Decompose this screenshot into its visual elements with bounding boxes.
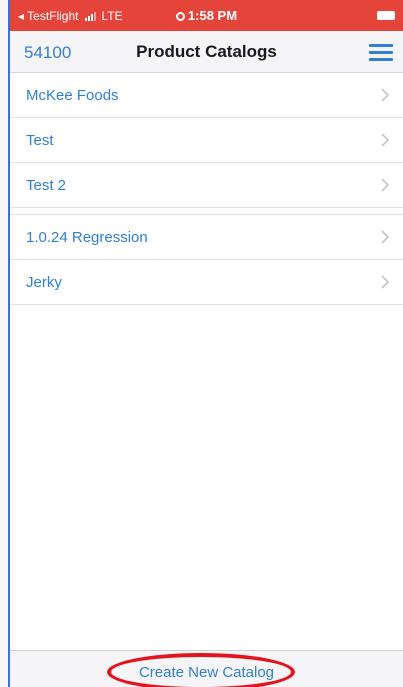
catalog-label: McKee Foods xyxy=(26,87,119,104)
chevron-right-icon xyxy=(381,178,389,192)
nav-bar: 54100 Product Catalogs xyxy=(10,31,403,73)
catalog-row-test[interactable]: Test xyxy=(10,118,403,163)
chevron-right-icon xyxy=(381,230,389,244)
section-divider xyxy=(10,208,403,215)
hamburger-menu-icon[interactable] xyxy=(369,42,393,62)
catalog-label: Test xyxy=(26,132,54,149)
catalog-row-regression[interactable]: 1.0.24 Regression xyxy=(10,215,403,260)
catalog-list: McKee Foods Test Test 2 1.0.24 Regressio… xyxy=(10,73,403,305)
status-time-wrap: 1:58 PM xyxy=(10,8,403,23)
recording-icon xyxy=(175,12,185,21)
catalog-row-jerky[interactable]: Jerky xyxy=(10,260,403,305)
page-title: Product Catalogs xyxy=(136,42,277,61)
status-time: 1:58 PM xyxy=(187,8,238,23)
status-bar: ◂ TestFlight LTE 1:58 PM xyxy=(10,0,403,31)
catalog-label: Jerky xyxy=(26,274,62,291)
catalog-row-test-2[interactable]: Test 2 xyxy=(10,163,403,208)
catalog-row-mckee-foods[interactable]: McKee Foods xyxy=(10,73,403,118)
create-new-catalog-button[interactable]: Create New Catalog xyxy=(10,664,403,681)
footer-toolbar: Create New Catalog xyxy=(10,650,403,687)
catalog-label: Test 2 xyxy=(26,177,67,194)
app-screen: ◂ TestFlight LTE 1:58 PM 54100 Product C… xyxy=(0,0,403,687)
catalog-label: 1.0.24 Regression xyxy=(26,229,148,246)
frame-edge xyxy=(0,0,10,687)
battery-icon xyxy=(377,11,395,20)
chevron-right-icon xyxy=(381,88,389,102)
chevron-right-icon xyxy=(381,275,389,289)
chevron-right-icon xyxy=(381,133,389,147)
